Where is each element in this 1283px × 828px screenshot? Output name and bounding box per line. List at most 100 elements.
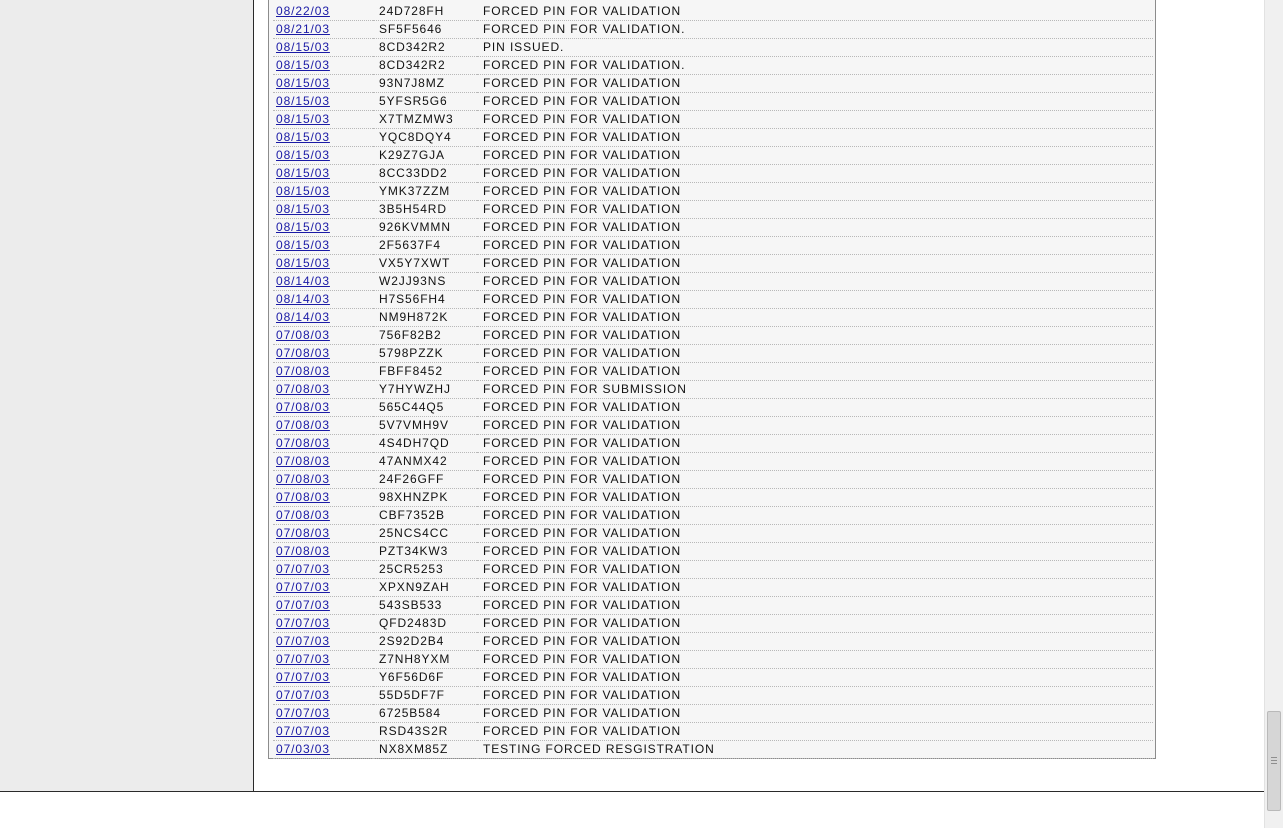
date-link[interactable]: 07/08/03 <box>276 418 330 432</box>
date-link[interactable]: 08/15/03 <box>276 94 330 108</box>
date-cell: 07/07/03 <box>273 579 373 597</box>
date-link[interactable]: 07/07/03 <box>276 598 330 612</box>
date-link[interactable]: 07/07/03 <box>276 652 330 666</box>
date-link[interactable]: 08/15/03 <box>276 130 330 144</box>
date-link[interactable]: 07/08/03 <box>276 454 330 468</box>
date-link[interactable]: 07/07/03 <box>276 616 330 630</box>
page: 08/22/03 24D728FH FORCED PIN FOR VALIDATIO… <box>0 0 1283 828</box>
pin-history-table-body: 08/22/03 24D728FH FORCED PIN FOR VALIDATIO… <box>273 3 1153 759</box>
description-cell: FORCED PIN FOR VALIDATION <box>477 327 1153 345</box>
pin-cell: H7S56FH4 <box>373 291 477 309</box>
date-link[interactable]: 07/08/03 <box>276 364 330 378</box>
date-link[interactable]: 07/08/03 <box>276 490 330 504</box>
date-cell: 07/08/03 <box>273 345 373 363</box>
vertical-scrollbar[interactable] <box>1264 0 1283 828</box>
pin-cell: VX5Y7XWT <box>373 255 477 273</box>
date-link[interactable]: 08/15/03 <box>276 184 330 198</box>
table-row: 07/08/03 47ANMX42 FORCED PIN FOR VALIDATIO… <box>273 453 1153 471</box>
left-sidebar <box>0 0 254 791</box>
scrollbar-thumb[interactable] <box>1267 711 1281 811</box>
table-row: 07/07/03 XPXN9ZAH FORCED PIN FOR VALIDATIO… <box>273 579 1153 597</box>
date-link[interactable]: 07/08/03 <box>276 382 330 396</box>
date-link[interactable]: 08/15/03 <box>276 256 330 270</box>
description-cell: FORCED PIN FOR VALIDATION <box>477 273 1153 291</box>
table-row: 07/07/03 25CR5253 FORCED PIN FOR VALIDATIO… <box>273 561 1153 579</box>
date-cell: 08/15/03 <box>273 165 373 183</box>
table-row: 07/08/03 5798PZZK FORCED PIN FOR VALIDATIO… <box>273 345 1153 363</box>
date-link[interactable]: 08/15/03 <box>276 148 330 162</box>
date-link[interactable]: 07/07/03 <box>276 688 330 702</box>
table-row: 07/08/03 98XHNZPK FORCED PIN FOR VALIDATIO… <box>273 489 1153 507</box>
date-link[interactable]: 08/15/03 <box>276 40 330 54</box>
table-row: 08/15/03 YQC8DQY4 FORCED PIN FOR VALIDATIO… <box>273 129 1153 147</box>
date-link[interactable]: 08/15/03 <box>276 76 330 90</box>
table-row: 07/07/03 55D5DF7F FORCED PIN FOR VALIDATIO… <box>273 687 1153 705</box>
date-cell: 08/15/03 <box>273 219 373 237</box>
pin-cell: YMK37ZZM <box>373 183 477 201</box>
table-row: 08/21/03 SF5F5646 FORCED PIN FOR VALIDATIO… <box>273 21 1153 39</box>
date-link[interactable]: 08/15/03 <box>276 202 330 216</box>
date-link[interactable]: 08/14/03 <box>276 274 330 288</box>
description-cell: FORCED PIN FOR VALIDATION <box>477 561 1153 579</box>
table-row: 07/08/03 FBFF8452 FORCED PIN FOR VALIDATIO… <box>273 363 1153 381</box>
date-link[interactable]: 08/15/03 <box>276 58 330 72</box>
table-row: 07/03/03 NX8XM85Z TESTING FORCED RESGISTRA… <box>273 741 1153 759</box>
table-row: 07/08/03 756F82B2 FORCED PIN FOR VALIDATIO… <box>273 327 1153 345</box>
description-cell: FORCED PIN FOR VALIDATION <box>477 183 1153 201</box>
date-cell: 07/08/03 <box>273 471 373 489</box>
date-cell: 07/07/03 <box>273 669 373 687</box>
date-link[interactable]: 07/07/03 <box>276 580 330 594</box>
date-link[interactable]: 07/07/03 <box>276 670 330 684</box>
description-cell: FORCED PIN FOR VALIDATION <box>477 111 1153 129</box>
pin-cell: 565C44Q5 <box>373 399 477 417</box>
date-link[interactable]: 08/14/03 <box>276 310 330 324</box>
table-row: 08/15/03 VX5Y7XWT FORCED PIN FOR VALIDATIO… <box>273 255 1153 273</box>
date-link[interactable]: 07/08/03 <box>276 526 330 540</box>
description-cell: FORCED PIN FOR VALIDATION <box>477 219 1153 237</box>
date-cell: 08/15/03 <box>273 147 373 165</box>
date-link[interactable]: 08/15/03 <box>276 220 330 234</box>
date-link[interactable]: 08/15/03 <box>276 166 330 180</box>
description-cell: FORCED PIN FOR VALIDATION <box>477 453 1153 471</box>
date-cell: 07/07/03 <box>273 597 373 615</box>
pin-cell: 55D5DF7F <box>373 687 477 705</box>
date-link[interactable]: 07/08/03 <box>276 472 330 486</box>
date-cell: 07/08/03 <box>273 435 373 453</box>
description-cell: FORCED PIN FOR VALIDATION <box>477 3 1153 21</box>
date-cell: 07/08/03 <box>273 417 373 435</box>
table-row: 07/08/03 CBF7352B FORCED PIN FOR VALIDATIO… <box>273 507 1153 525</box>
date-link[interactable]: 08/15/03 <box>276 238 330 252</box>
date-link[interactable]: 07/03/03 <box>276 742 330 756</box>
date-link[interactable]: 08/21/03 <box>276 22 330 36</box>
pin-cell: Y7HYWZHJ <box>373 381 477 399</box>
date-cell: 07/07/03 <box>273 633 373 651</box>
date-link[interactable]: 07/08/03 <box>276 400 330 414</box>
table-row: 07/08/03 5V7VMH9V FORCED PIN FOR VALIDATIO… <box>273 417 1153 435</box>
date-link[interactable]: 07/08/03 <box>276 346 330 360</box>
date-link[interactable]: 07/07/03 <box>276 634 330 648</box>
table-row: 07/08/03 565C44Q5 FORCED PIN FOR VALIDATIO… <box>273 399 1153 417</box>
date-link[interactable]: 07/07/03 <box>276 706 330 720</box>
description-cell: FORCED PIN FOR VALIDATION <box>477 615 1153 633</box>
date-cell: 08/21/03 <box>273 21 373 39</box>
date-link[interactable]: 08/14/03 <box>276 292 330 306</box>
pin-cell: 25NCS4CC <box>373 525 477 543</box>
date-link[interactable]: 07/08/03 <box>276 328 330 342</box>
date-cell: 08/15/03 <box>273 39 373 57</box>
description-cell: FORCED PIN FOR VALIDATION <box>477 399 1153 417</box>
grip-line <box>1271 763 1277 764</box>
date-cell: 08/15/03 <box>273 129 373 147</box>
pin-cell: SF5F5646 <box>373 21 477 39</box>
date-link[interactable]: 07/08/03 <box>276 508 330 522</box>
date-link[interactable]: 07/07/03 <box>276 724 330 738</box>
description-cell: FORCED PIN FOR VALIDATION <box>477 705 1153 723</box>
date-link[interactable]: 07/08/03 <box>276 544 330 558</box>
table-row: 07/07/03 6725B584 FORCED PIN FOR VALIDATIO… <box>273 705 1153 723</box>
date-cell: 07/07/03 <box>273 723 373 741</box>
date-link[interactable]: 07/08/03 <box>276 436 330 450</box>
date-link[interactable]: 08/15/03 <box>276 112 330 126</box>
description-cell: FORCED PIN FOR VALIDATION <box>477 255 1153 273</box>
date-link[interactable]: 07/07/03 <box>276 562 330 576</box>
date-link[interactable]: 08/22/03 <box>276 4 330 18</box>
date-cell: 08/14/03 <box>273 291 373 309</box>
